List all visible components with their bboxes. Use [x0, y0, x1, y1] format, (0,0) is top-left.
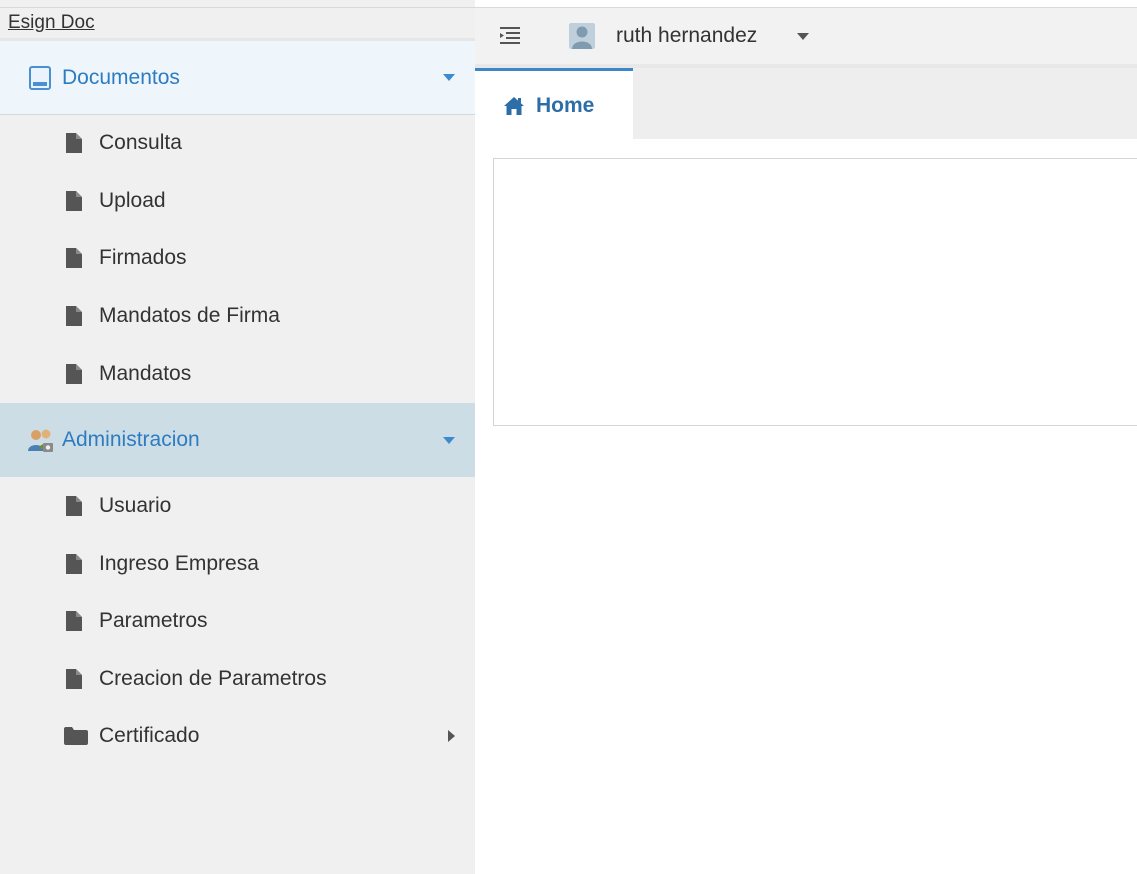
sidebar-item-label: Creacion de Parametros	[99, 667, 327, 690]
sidebar-item-usuario[interactable]: Usuario	[0, 478, 475, 534]
sidebar-item-mandatos[interactable]: Mandatos	[0, 346, 475, 402]
sidebar-section-administracion[interactable]: Administracion	[0, 403, 475, 477]
user-avatar-icon[interactable]	[569, 23, 595, 49]
sidebar-item-creacion-de-parametros[interactable]: Creacion de Parametros	[0, 651, 475, 707]
user-menu-name[interactable]: ruth hernandez	[616, 23, 757, 49]
chevron-down-icon[interactable]	[797, 33, 809, 40]
sidebar-item-label: Firmados	[99, 246, 187, 269]
file-icon	[66, 496, 82, 516]
tab-home[interactable]: Home	[475, 68, 633, 139]
file-icon	[66, 191, 82, 211]
sidebar-item-firmados[interactable]: Firmados	[0, 230, 475, 286]
document-icon	[29, 65, 51, 90]
home-icon	[504, 97, 524, 115]
file-icon	[66, 669, 82, 689]
tab-label: Home	[536, 94, 595, 117]
app-window: Esign Doc Documentos Consulta Upload Fir…	[0, 0, 1137, 874]
sidebar-section-label: Administracion	[62, 428, 200, 451]
sidebar-item-label: Certificado	[99, 724, 200, 747]
sidebar-item-label: Mandatos de Firma	[99, 304, 280, 327]
chevron-down-icon	[443, 436, 455, 444]
chevron-down-icon	[443, 74, 455, 81]
file-icon	[66, 248, 82, 268]
sidebar: Esign Doc Documentos Consulta Upload Fir…	[0, 0, 475, 874]
admin-users-icon	[28, 429, 53, 452]
sidebar-item-certificado[interactable]: Certificado	[0, 708, 475, 764]
tab-bar: Home	[475, 68, 1137, 139]
sidebar-item-ingreso-empresa[interactable]: Ingreso Empresa	[0, 536, 475, 592]
sidebar-item-label: Usuario	[99, 494, 172, 517]
content-panel	[493, 158, 1137, 426]
menu-toggle-icon[interactable]	[499, 25, 521, 45]
top-header: ruth hernandez	[475, 8, 1137, 64]
file-icon	[66, 133, 82, 153]
brand-link[interactable]: Esign Doc	[8, 11, 95, 35]
sidebar-item-label: Mandatos	[99, 362, 192, 385]
sidebar-item-upload[interactable]: Upload	[0, 173, 475, 229]
sidebar-item-consulta[interactable]: Consulta	[0, 115, 475, 171]
file-icon	[66, 364, 82, 384]
sidebar-section-documentos[interactable]: Documentos	[0, 41, 475, 115]
sidebar-item-label: Upload	[99, 189, 166, 212]
sidebar-item-mandatos-de-firma[interactable]: Mandatos de Firma	[0, 288, 475, 344]
file-icon	[66, 554, 82, 574]
sidebar-section-label: Documentos	[62, 65, 180, 89]
sidebar-item-label: Ingreso Empresa	[99, 552, 259, 575]
sidebar-item-label: Consulta	[99, 131, 182, 154]
folder-icon	[64, 727, 88, 745]
sidebar-item-parametros[interactable]: Parametros	[0, 593, 475, 649]
file-icon	[66, 611, 82, 631]
file-icon	[66, 306, 82, 326]
sidebar-item-label: Parametros	[99, 609, 208, 632]
chevron-right-icon	[448, 730, 455, 742]
